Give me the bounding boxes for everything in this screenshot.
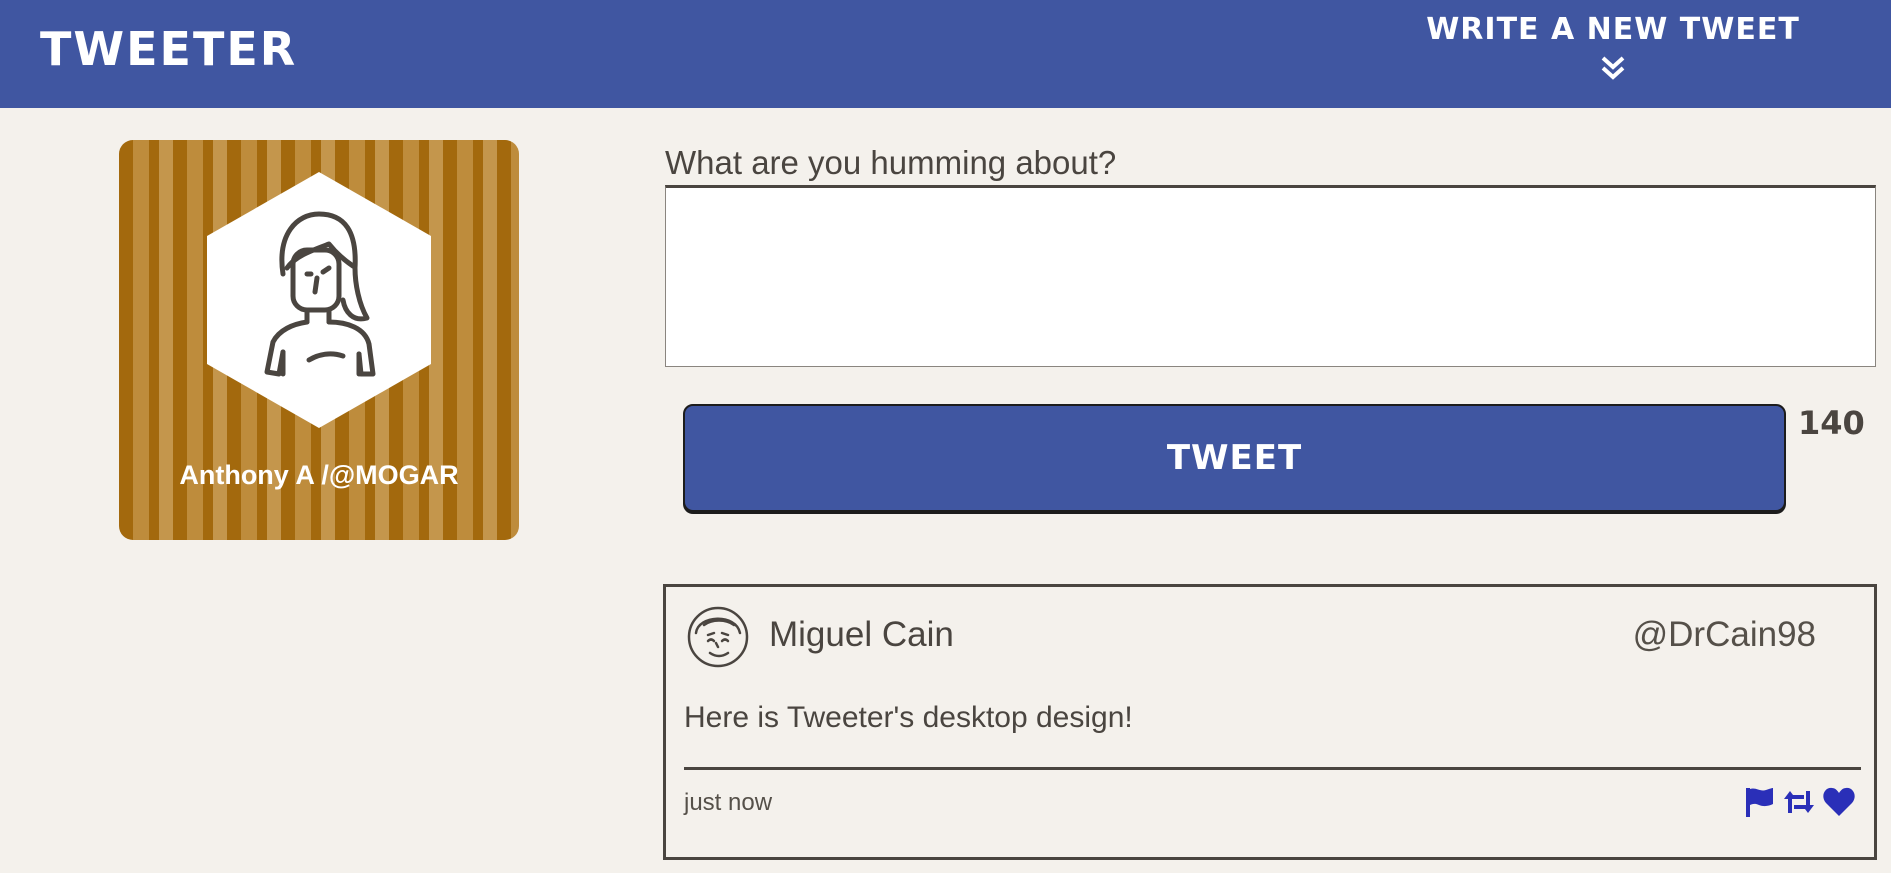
profile-card: Anthony A /@MOGAR [119,140,519,540]
composer-prompt: What are you humming about? [665,144,1117,181]
retweet-icon[interactable] [1782,785,1816,819]
tweet-content: Here is Tweeter's desktop design! [684,701,1133,734]
tweet-divider [684,767,1861,770]
double-chevron-down-icon[interactable] [1598,53,1628,83]
tweet-actions [1742,785,1856,819]
tweet-button[interactable]: TWEET [683,404,1786,512]
tweet-timestamp: just now [684,789,773,816]
tweet-card: Miguel Cain @DrCain98 Here is Tweeter's … [663,584,1877,860]
top-nav: TWEETER WRITE A NEW TWEET [0,0,1891,108]
tweet-author-name: Miguel Cain [769,615,954,654]
brand-logo[interactable]: TWEETER [40,22,297,76]
write-new-tweet-label[interactable]: WRITE A NEW TWEET [1420,12,1806,47]
tweet-author-handle: @DrCain98 [1632,615,1816,654]
tweet-input[interactable] [665,185,1876,367]
man-avatar-icon [687,606,749,668]
profile-name: Anthony A /@MOGAR [179,460,459,490]
woman-avatar-icon [207,172,431,428]
write-new-tweet-toggle[interactable]: WRITE A NEW TWEET [1420,12,1806,88]
flag-icon[interactable] [1742,785,1776,819]
character-counter: 140 [1798,404,1865,442]
heart-icon[interactable] [1822,785,1856,819]
